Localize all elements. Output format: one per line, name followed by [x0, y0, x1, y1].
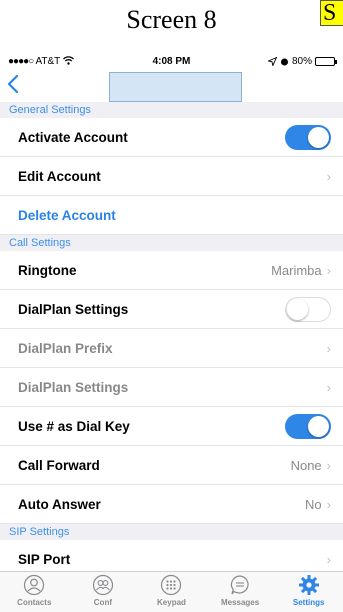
- settings-row-dialplan-settings[interactable]: DialPlan Settings ›: [0, 368, 343, 407]
- row-label: Edit Account: [18, 168, 101, 184]
- toggle-switch[interactable]: [285, 413, 331, 439]
- row-value: Marimba: [271, 262, 322, 278]
- chevron-right-icon: ›: [326, 379, 331, 395]
- settings-row-dialplan-prefix[interactable]: DialPlan Prefix ›: [0, 329, 343, 368]
- toggle-knob: [287, 298, 308, 320]
- tab-settings[interactable]: Settings: [274, 572, 343, 612]
- gear-icon: [298, 574, 320, 596]
- chevron-right-icon: ›: [326, 457, 331, 473]
- row-label: Use # as Dial Key: [18, 418, 130, 434]
- row-label: Call Forward: [18, 457, 100, 473]
- chevron-right-icon: ›: [326, 168, 331, 184]
- status-bar: ●●●●○ AT&T 4:08 PM 80%: [0, 50, 343, 72]
- toggle-switch[interactable]: [285, 296, 331, 322]
- person-icon: [23, 574, 45, 596]
- row-label: SIP Port: [18, 551, 71, 567]
- tab-label: Keypad: [157, 598, 186, 607]
- settings-row-dialplan-settings[interactable]: DialPlan Settings: [0, 290, 343, 329]
- location-arrow-icon: [267, 57, 277, 66]
- settings-list: General Settings Activate Account Edit Acc…: [0, 102, 343, 567]
- toggle-knob: [308, 415, 329, 437]
- nav-bar: [0, 72, 343, 102]
- row-label: Delete Account: [18, 207, 116, 223]
- tab-bar: Contacts Conf Keypad Messages Settings: [0, 571, 343, 612]
- tab-messages[interactable]: Messages: [206, 572, 275, 612]
- section-header-general-settings: General Settings: [0, 102, 343, 118]
- section-header-sip-settings: SIP Settings: [0, 524, 343, 540]
- page-title: [109, 72, 242, 102]
- tab-label: Contacts: [17, 598, 52, 607]
- chevron-right-icon: ›: [326, 551, 331, 567]
- group-icon: [92, 574, 114, 596]
- status-right: 80%: [267, 56, 337, 67]
- chevron-left-icon: [7, 74, 19, 94]
- section-header-call-settings: Call Settings: [0, 235, 343, 251]
- alarm-icon: [280, 58, 288, 66]
- settings-row-call-forward[interactable]: Call Forward None ›: [0, 446, 343, 485]
- settings-row-sip-port[interactable]: SIP Port ›: [0, 540, 343, 567]
- battery-icon: [315, 57, 337, 66]
- tab-label: Settings: [292, 598, 325, 607]
- settings-row-edit-account[interactable]: Edit Account ›: [0, 157, 343, 196]
- tab-contacts[interactable]: Contacts: [0, 572, 69, 612]
- row-label: Activate Account: [18, 129, 128, 145]
- row-label: DialPlan Settings: [18, 379, 129, 395]
- chevron-right-icon: ›: [326, 340, 331, 356]
- row-label: DialPlan Prefix: [18, 340, 113, 356]
- toggle-switch[interactable]: [285, 124, 331, 150]
- row-label: DialPlan Settings: [18, 301, 129, 317]
- corner-badge: S: [320, 0, 343, 26]
- settings-row-delete-account[interactable]: Delete Account: [0, 196, 343, 235]
- screen-caption: Screen 8: [126, 5, 217, 34]
- chevron-right-icon: ›: [326, 262, 331, 278]
- toggle-knob: [308, 126, 329, 148]
- tab-label: Messages: [220, 598, 260, 607]
- settings-row-auto-answer[interactable]: Auto Answer No ›: [0, 485, 343, 524]
- battery-percent: 80%: [291, 56, 312, 67]
- back-button[interactable]: [6, 74, 30, 98]
- chat-bubble-icon: [229, 574, 251, 596]
- row-label: Ringtone: [18, 262, 77, 278]
- settings-row-ringtone[interactable]: Ringtone Marimba ›: [0, 251, 343, 290]
- tab-label: Conf: [93, 598, 112, 607]
- row-value: No: [305, 496, 322, 512]
- row-label: Auto Answer: [18, 496, 101, 512]
- tab-keypad[interactable]: Keypad: [137, 572, 206, 612]
- keypad-icon: [160, 574, 182, 596]
- row-value: None: [290, 457, 322, 473]
- chevron-right-icon: ›: [326, 496, 331, 512]
- settings-row-use-as-dial-key[interactable]: Use # as Dial Key: [0, 407, 343, 446]
- settings-row-activate-account[interactable]: Activate Account: [0, 118, 343, 157]
- tab-conf[interactable]: Conf: [69, 572, 138, 612]
